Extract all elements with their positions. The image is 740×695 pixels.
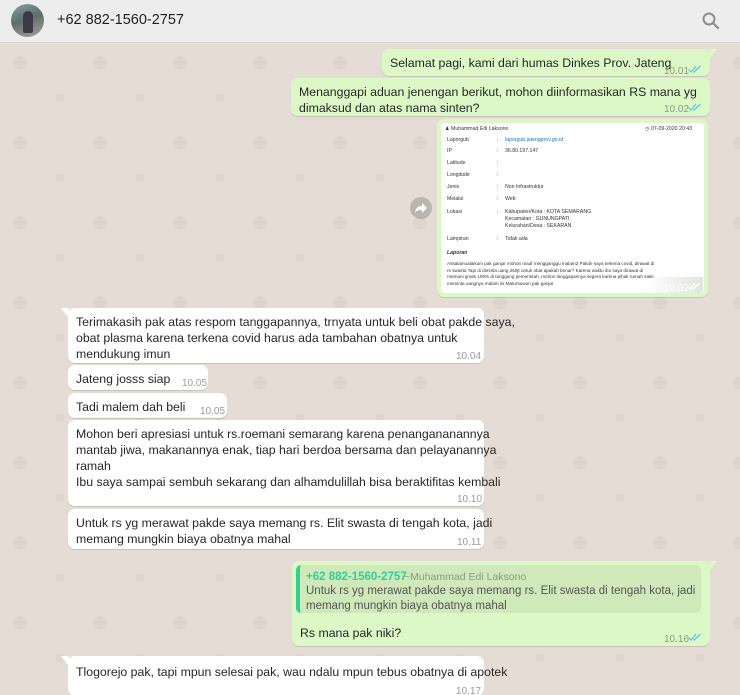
message-bubble[interactable]: Terimakasih pak atas respom tanggapannya… <box>61 308 515 363</box>
field-value: laporgub.jatengprov.go.id <box>505 137 564 143</box>
reply-message[interactable]: +62 882-1560-2757 ~Muhammad Edi Laksono … <box>292 561 717 646</box>
message-text: Mohon beri apresiasi untuk rs.roemani se… <box>76 427 501 489</box>
message-text: Tlogorejo pak, tapi mpun selesai pak, wa… <box>76 665 508 679</box>
field-label: Longitude <box>447 172 470 178</box>
field-label: Melalui <box>447 196 464 202</box>
report-text: Assalamualaikum pak ganjar mohon maaf me… <box>447 261 655 286</box>
quoted-text: Untuk rs yg merawat pakde saya memang rs… <box>306 585 696 612</box>
message-text: Tadi malem dah beli <box>76 400 186 414</box>
message-bubble[interactable]: Mohon beri apresiasi untuk rs.roemani se… <box>68 420 500 506</box>
quoted-message[interactable]: +62 882-1560-2757 ~Muhammad Edi Laksono … <box>296 565 701 613</box>
report-date: 07-09-2020 20:43 <box>651 126 692 132</box>
quoted-sender: +62 882-1560-2757 <box>306 571 407 583</box>
field-label: Lokasi <box>447 209 462 215</box>
message-text: Menanggapi aduan jenengan berikut, mohon… <box>299 85 697 115</box>
message-text: Jateng josss siap <box>76 372 171 386</box>
field-label: Laporgub <box>447 137 469 143</box>
image-message[interactable]: ♟ Muhammad Edi Laksono ◷ 07-09-2020 20:4… <box>437 119 708 297</box>
message-bubble[interactable]: Menanggapi aduan jenengan berikut, mohon… <box>291 78 710 116</box>
report-title: Laporan <box>447 250 468 256</box>
contact-name[interactable]: +62 882-1560-2757 <box>57 12 184 28</box>
read-ticks-icon <box>688 633 701 641</box>
field-label: Lampiran <box>447 236 469 242</box>
message-time: 10.02 <box>664 283 690 294</box>
report-screenshot[interactable]: ♟ Muhammad Edi Laksono ◷ 07-09-2020 20:4… <box>441 123 704 293</box>
message-text: Selamat pagi, kami dari humas Dinkes Pro… <box>390 56 672 70</box>
read-ticks-icon <box>687 282 700 290</box>
message-bubble[interactable]: Tadi malem dah beli 10.05 <box>68 393 227 418</box>
message-bubble[interactable]: Untuk rs yg merawat pakde saya memang rs… <box>68 509 492 549</box>
message-text: Untuk rs yg merawat pakde saya memang rs… <box>76 516 493 546</box>
field-value: Non Infrastruktur <box>505 184 544 190</box>
field-label: Latitude <box>447 160 466 166</box>
field-label: Jenis <box>447 184 460 190</box>
forward-icon[interactable] <box>410 197 432 219</box>
message-bubble[interactable]: Selamat pagi, kami dari humas Dinkes Pro… <box>382 49 717 77</box>
field-label: IP <box>447 148 452 154</box>
message-time: 10.05 <box>200 406 226 417</box>
message-time: 10.04 <box>456 351 482 362</box>
field-value: Web <box>505 196 516 202</box>
message-bubble[interactable]: Jateng josss siap 10.05 <box>68 365 208 390</box>
message-text: Terimakasih pak atas respom tanggapannya… <box>76 315 515 361</box>
message-time: 10.11 <box>457 537 482 548</box>
message-text: Rs mana pak niki? <box>300 626 402 640</box>
field-value: Tidak ada <box>505 236 528 242</box>
message-time: 10.10 <box>457 494 483 505</box>
field-value: 36.80.197.147 <box>505 148 539 154</box>
field-value: Kabupaten/Kota : KOTA SEMARANG Kecamatan… <box>505 209 592 229</box>
message-bubble[interactable]: Tlogorejo pak, tapi mpun selesai pak, wa… <box>61 656 507 695</box>
message-time: 10.16 <box>664 634 690 645</box>
read-ticks-icon <box>688 65 701 73</box>
search-icon[interactable] <box>700 10 722 32</box>
message-time: 10.05 <box>182 378 208 389</box>
message-time: 10.02 <box>664 104 690 115</box>
message-time: 10.17 <box>456 686 482 695</box>
message-list[interactable]: Selamat pagi, kami dari humas Dinkes Pro… <box>0 43 740 695</box>
report-author: Muhammad Edi Laksono <box>451 126 509 132</box>
chat-header: +62 882-1560-2757 <box>0 0 740 43</box>
quoted-pushname: ~Muhammad Edi Laksono <box>404 571 527 583</box>
contact-avatar[interactable] <box>11 4 44 37</box>
read-ticks-icon <box>688 103 701 111</box>
